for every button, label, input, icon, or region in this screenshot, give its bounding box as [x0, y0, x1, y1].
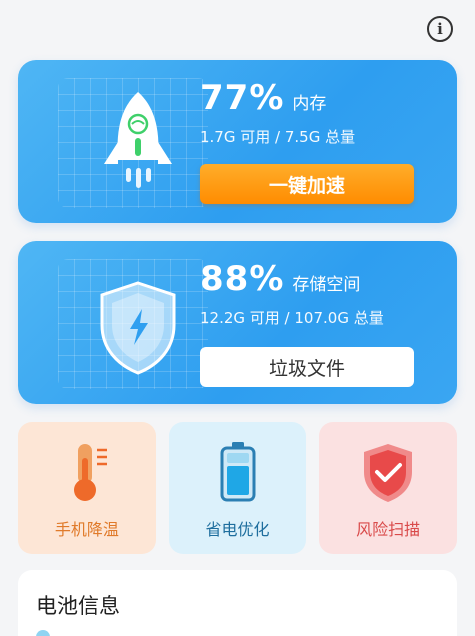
- shield-check-icon: [364, 444, 413, 502]
- memory-label: 内存: [292, 94, 327, 114]
- memory-card: 77% 内存 1.7G 可用 / 7.5G 总量 一键加速: [18, 60, 457, 223]
- storage-percent: 88%: [200, 259, 285, 299]
- memory-detail: 1.7G 可用 / 7.5G 总量: [200, 128, 356, 146]
- info-icon[interactable]: i: [427, 16, 453, 42]
- battery-info-card[interactable]: 电池信息: [18, 570, 457, 636]
- memory-percent: 77%: [200, 78, 285, 118]
- tile-label: 风险扫描: [356, 520, 421, 539]
- tile-cooling[interactable]: 手机降温: [18, 422, 156, 554]
- storage-label: 存储空间: [292, 275, 361, 295]
- storage-detail: 12.2G 可用 / 107.0G 总量: [200, 309, 384, 327]
- storage-card: 88% 存储空间 12.2G 可用 / 107.0G 总量 垃圾文件: [18, 241, 457, 404]
- tile-risk-scan[interactable]: 风险扫描: [319, 422, 458, 554]
- battery-status-dot: [36, 630, 50, 636]
- thermometer-icon: [73, 444, 107, 501]
- rocket-icon: [104, 92, 172, 188]
- tile-power-saving[interactable]: 省电优化: [168, 422, 307, 554]
- boost-button[interactable]: 一键加速: [200, 164, 414, 204]
- battery-info-title: 电池信息: [36, 594, 120, 618]
- tile-label: 省电优化: [205, 520, 270, 539]
- junk-files-button[interactable]: 垃圾文件: [200, 347, 414, 387]
- battery-icon: [220, 442, 255, 502]
- tile-label: 手机降温: [54, 520, 119, 539]
- shield-lightning-icon: [100, 281, 176, 375]
- quick-tools: 手机降温 省电优化 风险扫描: [18, 422, 458, 554]
